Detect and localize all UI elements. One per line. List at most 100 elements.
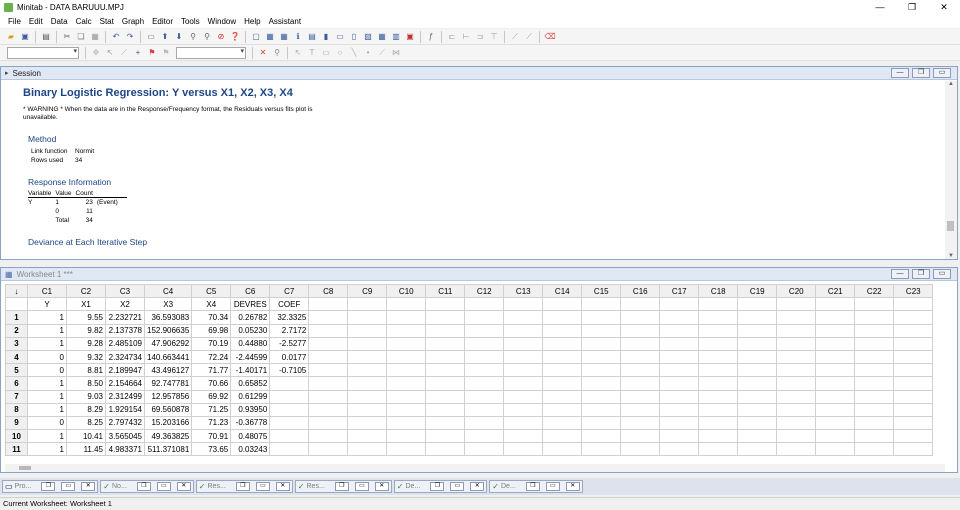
data-cell[interactable] (659, 389, 700, 404)
data-cell[interactable] (776, 429, 817, 444)
pointer-icon[interactable]: ↖ (293, 47, 304, 58)
data-cell[interactable] (854, 349, 895, 365)
column-name-cell[interactable] (659, 297, 700, 312)
data-cell[interactable] (659, 376, 700, 391)
data-cell[interactable] (425, 402, 466, 417)
data-cell[interactable]: 71.25 (191, 402, 232, 417)
data-cell[interactable]: 69.560878 (143, 402, 193, 417)
data-cell[interactable] (776, 389, 817, 404)
data-cell[interactable] (464, 402, 505, 417)
data-cell[interactable] (737, 363, 778, 378)
data-cell[interactable] (698, 376, 739, 391)
polygon-tool-icon[interactable]: ⋈ (391, 47, 402, 58)
session-scrollbar[interactable]: ▲ ▼ (945, 81, 957, 259)
data-cell[interactable] (347, 402, 388, 417)
data-cell[interactable] (386, 323, 427, 338)
data-cell[interactable]: 0.61299 (230, 389, 271, 404)
data-cell[interactable] (659, 349, 700, 365)
data-cell[interactable]: 0.48075 (230, 429, 271, 444)
column-name-cell[interactable]: X3 (143, 297, 193, 312)
data-cell[interactable] (620, 310, 661, 325)
column-header[interactable]: C23 (893, 284, 934, 299)
zoom-icon[interactable]: ⚲ (272, 47, 283, 58)
data-cell[interactable]: -0.36778 (230, 415, 271, 431)
scroll-up-icon[interactable]: ▲ (945, 81, 957, 87)
align-center-icon[interactable]: ⊢ (461, 31, 472, 42)
data-cell[interactable] (893, 376, 934, 391)
data-cell[interactable] (464, 363, 505, 378)
column-header[interactable]: C2 (66, 284, 106, 299)
column-header[interactable]: C19 (737, 284, 778, 299)
data-cell[interactable]: 152.906635 (143, 323, 193, 338)
data-cell[interactable] (347, 376, 388, 391)
data-cell[interactable] (776, 310, 817, 325)
data-cell[interactable] (425, 429, 466, 444)
data-cell[interactable] (737, 402, 778, 417)
column-header[interactable]: C17 (659, 284, 700, 299)
data-cell[interactable] (698, 429, 739, 444)
close-icon[interactable]: ✕ (470, 482, 485, 491)
close-icon[interactable]: ✕ (275, 482, 290, 491)
brush-tool-icon[interactable]: ✥ (91, 47, 102, 58)
data-cell[interactable] (386, 402, 427, 417)
minimize-icon[interactable]: — (891, 269, 909, 279)
data-cell[interactable]: 71.23 (191, 415, 232, 431)
data-cell[interactable] (542, 363, 583, 378)
data-cell[interactable] (269, 415, 310, 431)
row-header[interactable]: 5 (5, 363, 28, 378)
data-cell[interactable]: 0 (27, 415, 67, 431)
worksheet-horizontal-scrollbar[interactable] (5, 464, 945, 472)
menu-window[interactable]: Window (204, 17, 240, 26)
data-cell[interactable] (815, 336, 856, 351)
data-cell[interactable] (425, 336, 466, 351)
copy-icon[interactable]: ❏ (76, 31, 87, 42)
data-cell[interactable] (620, 349, 661, 365)
data-cell[interactable] (308, 336, 349, 351)
column-header[interactable]: C10 (386, 284, 427, 299)
marker-icon[interactable]: ⚑ (161, 47, 172, 58)
data-cell[interactable] (659, 415, 700, 431)
data-cell[interactable] (464, 310, 505, 325)
data-cell[interactable] (425, 442, 466, 457)
brush-icon[interactable]: ⟋ (510, 31, 521, 42)
cut-icon[interactable]: ✂ (62, 31, 73, 42)
data-cell[interactable] (347, 336, 388, 351)
data-cell[interactable] (893, 310, 934, 325)
text-tool-icon[interactable]: T (307, 47, 318, 58)
column-name-cell[interactable] (425, 297, 466, 312)
plot-tool-icon[interactable]: ⟋ (119, 47, 130, 58)
row-header[interactable]: 8 (5, 402, 28, 417)
polyline-tool-icon[interactable]: ⟋ (377, 47, 388, 58)
row-header[interactable]: 4 (5, 349, 28, 365)
worksheet-icon[interactable]: ▭ (146, 31, 157, 42)
data-cell[interactable] (464, 429, 505, 444)
data-cell[interactable] (347, 442, 388, 457)
report-pad-icon[interactable]: ▮ (321, 31, 332, 42)
data-cell[interactable] (737, 323, 778, 338)
column-header[interactable]: C18 (698, 284, 739, 299)
save-icon[interactable]: ▣ (20, 31, 31, 42)
data-cell[interactable] (620, 415, 661, 431)
data-cell[interactable]: 1 (27, 336, 67, 351)
data-cell[interactable] (347, 310, 388, 325)
row-header[interactable]: 9 (5, 415, 28, 431)
data-cell[interactable] (854, 363, 895, 378)
column-name-cell[interactable] (737, 297, 778, 312)
data-cell[interactable] (854, 402, 895, 417)
column-header[interactable]: C22 (854, 284, 895, 299)
undo-icon[interactable]: ↶ (111, 31, 122, 42)
data-cell[interactable] (308, 429, 349, 444)
column-name-cell[interactable] (698, 297, 739, 312)
data-cell[interactable]: 0.93950 (230, 402, 271, 417)
data-cell[interactable] (386, 415, 427, 431)
data-cell[interactable] (893, 349, 934, 365)
marker-tool-icon[interactable]: • (363, 47, 374, 58)
data-cell[interactable]: -2.5277 (269, 336, 310, 351)
data-cell[interactable]: 0 (27, 349, 67, 365)
delete-icon[interactable]: ✕ (258, 47, 269, 58)
data-cell[interactable] (581, 389, 622, 404)
data-cell[interactable] (620, 323, 661, 338)
line-tool-icon[interactable]: ╲ (349, 47, 360, 58)
row-header[interactable]: 10 (5, 429, 28, 444)
data-cell[interactable] (425, 415, 466, 431)
